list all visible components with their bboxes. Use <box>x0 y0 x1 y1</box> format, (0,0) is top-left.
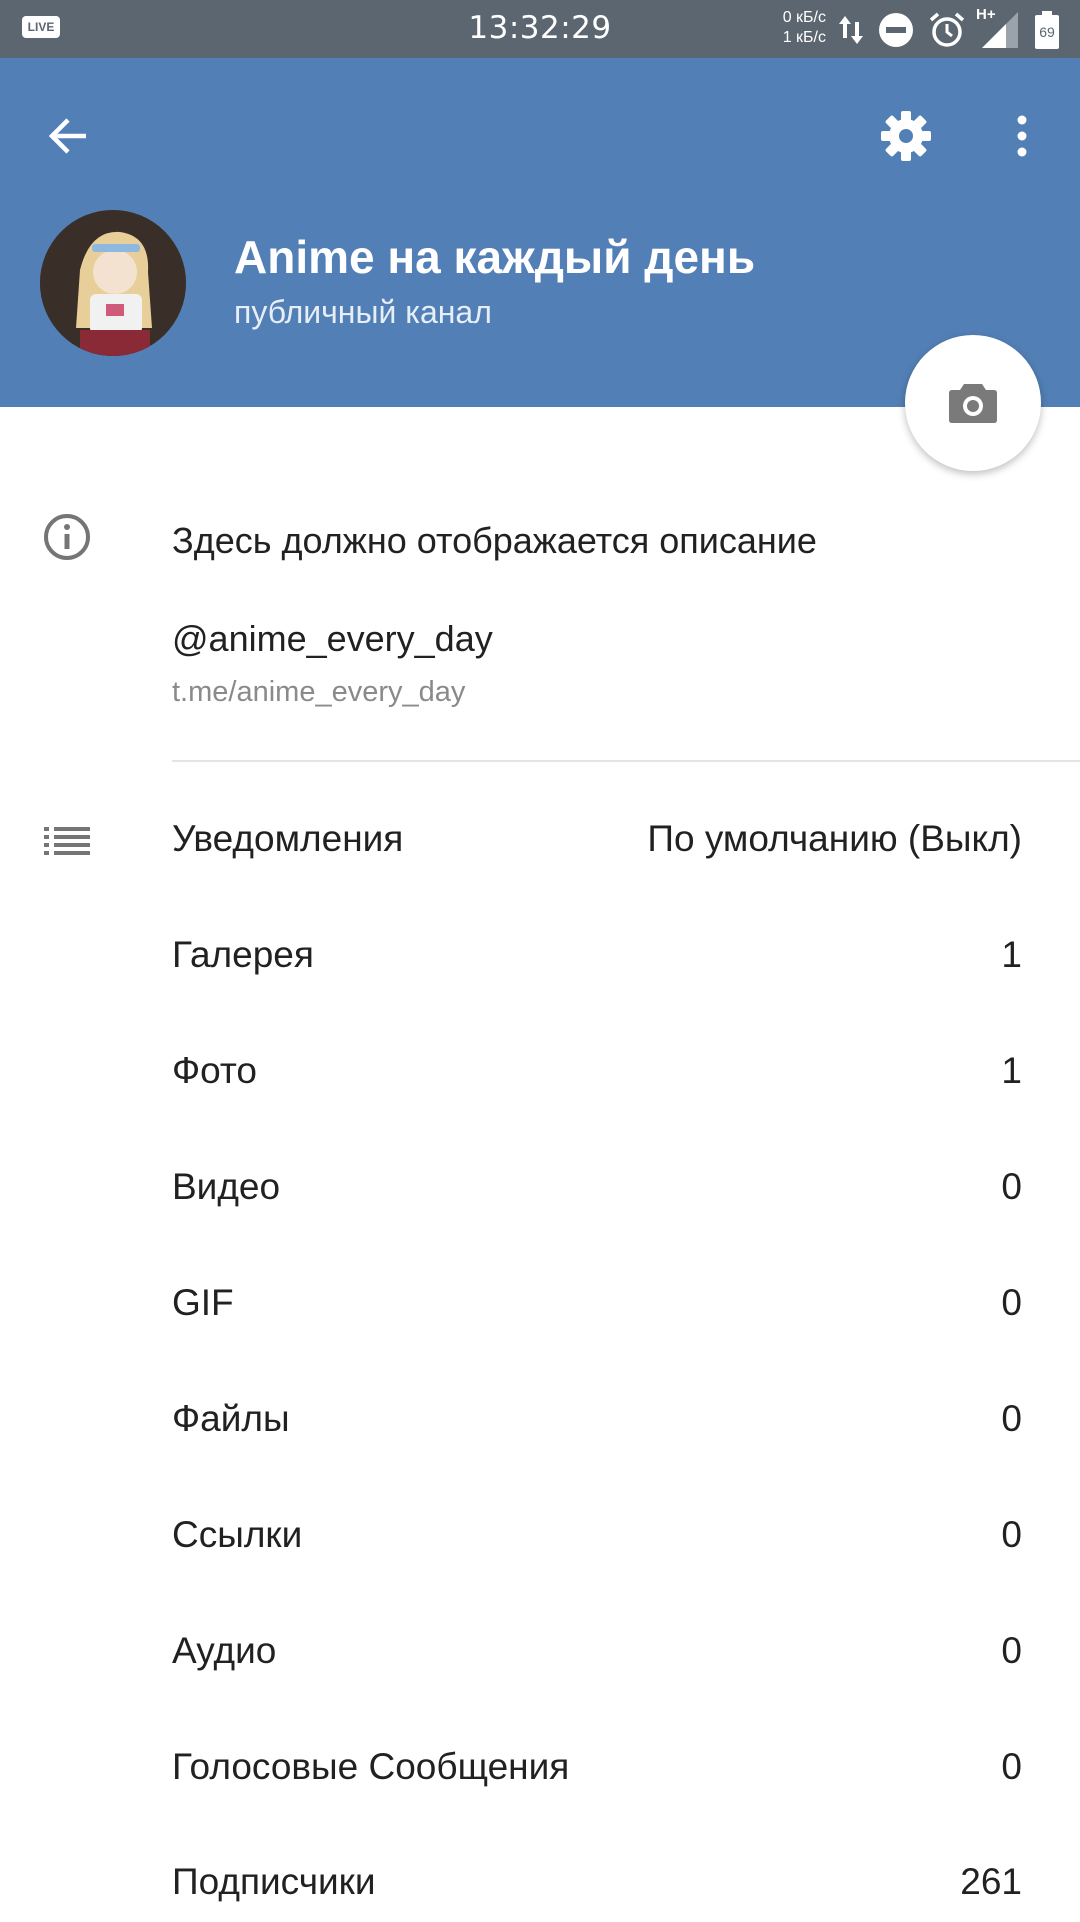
channel-header: Anime на каждый день публичный канал <box>0 58 1080 407</box>
row-label: Файлы <box>172 1398 290 1439</box>
row-subscribers[interactable]: Подписчики 261 <box>172 1842 1022 1922</box>
avatar-image <box>40 210 186 356</box>
more-vert-icon <box>1017 115 1027 157</box>
row-value: 0 <box>1001 1746 1022 1787</box>
camera-icon <box>949 384 997 423</box>
divider <box>172 760 1080 762</box>
gear-icon <box>881 111 931 161</box>
info-icon <box>42 512 92 567</box>
row-videos[interactable]: Видео 0 <box>172 1147 1022 1227</box>
status-bar: LIVE 13:32:29 0 кБ/с 1 кБ/с H+ 69 <box>0 0 1080 58</box>
row-label: GIF <box>172 1282 234 1323</box>
row-value: 0 <box>1001 1514 1022 1555</box>
row-gifs[interactable]: GIF 0 <box>172 1263 1022 1343</box>
row-label: Голосовые Сообщения <box>172 1746 570 1787</box>
row-value: По умолчанию (Выкл) <box>647 818 1022 859</box>
row-label: Галерея <box>172 934 314 975</box>
network-speed: 0 кБ/с 1 кБ/с <box>770 8 826 48</box>
row-links[interactable]: Ссылки 0 <box>172 1495 1022 1575</box>
net-down-speed: 0 кБ/с <box>782 9 826 26</box>
channel-type: публичный канал <box>234 294 492 330</box>
row-label: Уведомления <box>172 818 404 859</box>
row-notifications[interactable]: Уведомления По умолчанию (Выкл) <box>172 799 1022 879</box>
back-button[interactable] <box>30 98 106 174</box>
row-label: Видео <box>172 1166 281 1207</box>
channel-link[interactable]: t.me/anime_every_day <box>172 676 465 709</box>
row-value: 261 <box>960 1861 1022 1902</box>
row-value: 0 <box>1001 1282 1022 1323</box>
status-icons: H+ 69 <box>838 6 1060 52</box>
channel-description: Здесь должно отображается описание <box>172 520 817 561</box>
list-icon <box>44 826 92 861</box>
row-value: 1 <box>1001 934 1022 975</box>
row-voice-messages[interactable]: Голосовые Сообщения 0 <box>172 1727 1022 1807</box>
arrow-back-icon <box>48 118 86 154</box>
data-transfer-icon <box>838 12 864 48</box>
alarm-icon <box>928 11 966 49</box>
row-photos[interactable]: Фото 1 <box>172 1031 1022 1111</box>
network-type-label: H+ <box>976 6 996 23</box>
row-label: Аудио <box>172 1630 277 1671</box>
row-label: Подписчики <box>172 1861 376 1902</box>
row-label: Фото <box>172 1050 258 1091</box>
set-photo-button[interactable] <box>905 335 1041 471</box>
row-value: 0 <box>1001 1398 1022 1439</box>
cellular-signal-icon: H+ <box>976 6 1020 50</box>
settings-button[interactable] <box>868 98 944 174</box>
channel-avatar[interactable] <box>40 210 186 356</box>
channel-title: Anime на каждый день <box>234 231 756 283</box>
battery-level: 69 <box>1039 24 1055 40</box>
battery-icon: 69 <box>1034 10 1060 50</box>
row-value: 1 <box>1001 1050 1022 1091</box>
row-value: 0 <box>1001 1166 1022 1207</box>
row-value: 0 <box>1001 1630 1022 1671</box>
row-gallery[interactable]: Галерея 1 <box>172 915 1022 995</box>
more-options-button[interactable] <box>984 98 1060 174</box>
net-up-speed: 1 кБ/с <box>782 29 826 46</box>
channel-username[interactable]: @anime_every_day <box>172 618 493 660</box>
row-files[interactable]: Файлы 0 <box>172 1379 1022 1459</box>
row-label: Ссылки <box>172 1514 303 1555</box>
row-audio[interactable]: Аудио 0 <box>172 1611 1022 1691</box>
do-not-disturb-icon <box>878 12 914 48</box>
